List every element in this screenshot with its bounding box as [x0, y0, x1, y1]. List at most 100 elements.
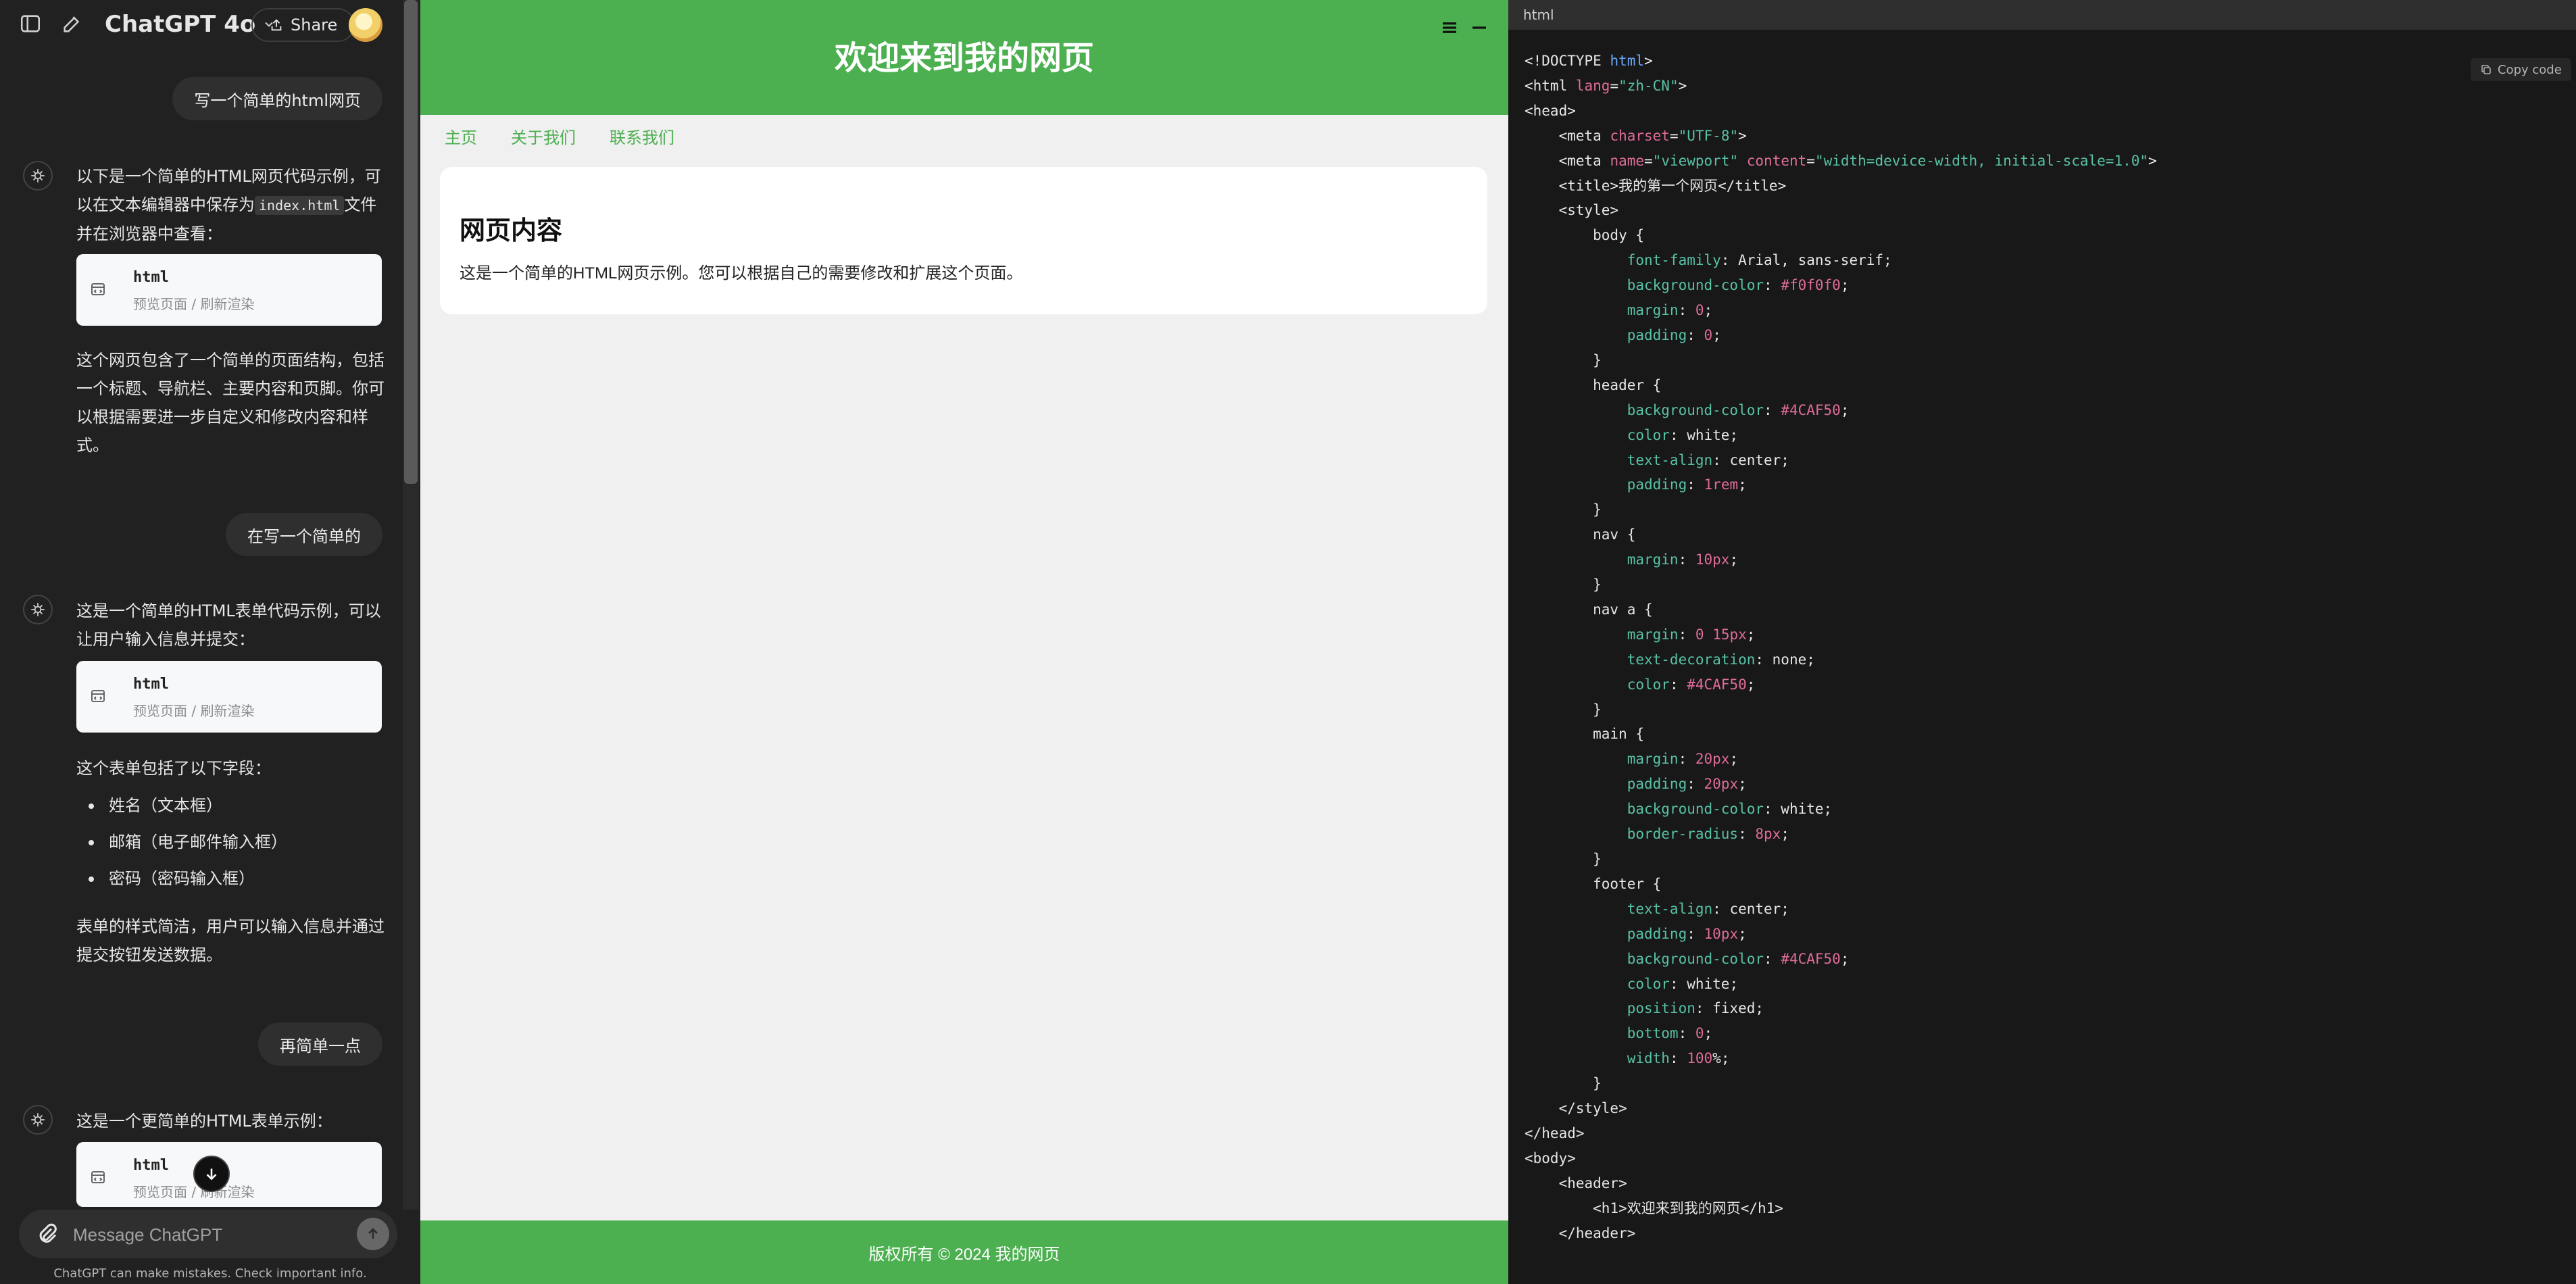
preview-footer-text: 版权所有 © 2024 我的网页	[868, 1245, 1060, 1264]
code-line: <head>	[1525, 102, 1576, 119]
user-message-text: 再简单一点	[280, 1036, 361, 1056]
code-card-icon	[91, 283, 105, 295]
code-line: <body>	[1525, 1150, 1576, 1166]
code-line: <meta charset="UTF-8">	[1525, 127, 1747, 144]
code-line: </header>	[1525, 1225, 1636, 1241]
code-line: margin: 20px;	[1627, 751, 1739, 768]
code-line: padding: 20px;	[1627, 776, 1747, 793]
message-composer	[19, 1210, 397, 1258]
code-line: }	[1525, 1075, 1602, 1092]
code-card-title: html	[133, 269, 169, 286]
code-line: </style>	[1525, 1100, 1627, 1117]
arrow-up-icon	[368, 1228, 378, 1239]
user-message: 再简单一点	[258, 1022, 382, 1066]
code-line: <header>	[1525, 1175, 1627, 1191]
code-line: padding: 10px;	[1627, 925, 1747, 942]
preview-title: 欢迎来到我的网页	[834, 41, 1094, 76]
list-item: 密码（密码输入框）	[76, 860, 287, 897]
code-line: <style>	[1525, 202, 1619, 219]
code-line: padding: 1rem;	[1627, 476, 1747, 493]
code-line: }	[1525, 701, 1602, 718]
code-line: <meta name="viewport" content="width=dev…	[1525, 152, 2157, 169]
code-line: }	[1525, 851, 1602, 867]
code-card[interactable]: html 预览页面 / 刷新渲染	[76, 661, 382, 733]
assistant-avatar-icon	[23, 595, 53, 624]
list-intro: 这个表单包括了以下字段：	[76, 759, 271, 778]
menu-icon[interactable]	[1439, 18, 1460, 38]
code-line: <html lang="zh-CN">	[1525, 77, 1687, 94]
code-line: <h1>欢迎来到我的网页</h1>	[1525, 1200, 1783, 1216]
code-line: color: white;	[1627, 975, 1739, 992]
code-card[interactable]: html 预览页面 / 刷新渲染	[76, 254, 382, 326]
code-line: background-color: #f0f0f0;	[1627, 277, 1850, 294]
nav-link-contact[interactable]: 联系我们	[610, 124, 674, 148]
code-card-subtitle: 预览页面 / 刷新渲染	[133, 703, 255, 719]
user-message-text: 在写一个简单的	[247, 526, 361, 546]
share-label: Share	[291, 16, 338, 34]
minimize-icon[interactable]	[1469, 18, 1489, 38]
code-line: <!DOCTYPE html>	[1525, 53, 1653, 69]
copy-code-button[interactable]: Copy code	[2471, 58, 2571, 81]
code-line: <title>我的第一个网页</title>	[1525, 177, 1787, 194]
code-line: background-color: #4CAF50;	[1627, 401, 1850, 418]
code-line: border-radius: 8px;	[1627, 826, 1789, 843]
arrow-down-icon	[206, 1168, 217, 1181]
assistant-message-text: 这个网页包含了一个简单的页面结构，包括一个标题、导航栏、主要内容和页脚。你可以根…	[76, 351, 385, 455]
code-line: margin: 0;	[1627, 302, 1713, 319]
nav-link-about[interactable]: 关于我们	[511, 124, 576, 148]
avatar[interactable]	[349, 8, 382, 42]
send-button[interactable]	[357, 1218, 389, 1250]
code-header	[1508, 0, 2576, 30]
code-card-subtitle: 预览页面 / 刷新渲染	[133, 1184, 255, 1200]
code-language-label: html	[1523, 7, 1554, 23]
nav-link-home[interactable]: 主页	[445, 124, 477, 148]
assistant-avatar-icon	[23, 161, 53, 191]
code-line: width: 100%;	[1627, 1050, 1730, 1067]
model-name: ChatGPT 4o	[105, 11, 256, 38]
message-input[interactable]	[72, 1219, 358, 1250]
code-line: </head>	[1525, 1125, 1585, 1141]
code-card-title: html	[133, 1157, 169, 1174]
code-block[interactable]: <!DOCTYPE html> <html lang="zh-CN"> <head>…	[1525, 49, 2157, 1246]
code-line: color: white;	[1627, 426, 1739, 443]
code-line: header {	[1525, 376, 1662, 393]
preview-main-text: 这是一个简单的HTML网页示例。您可以根据自己的需要修改和扩展这个页面。	[460, 264, 1023, 282]
code-line: main {	[1525, 726, 1645, 743]
code-line: text-decoration: none;	[1627, 651, 1815, 668]
code-line: footer {	[1525, 875, 1662, 892]
preview-nav: 主页 关于我们 联系我们	[445, 124, 674, 148]
user-message-text: 写一个简单的html网页	[194, 91, 361, 110]
share-button[interactable]: Share	[251, 8, 355, 42]
chat-scrollbar-thumb[interactable]	[404, 0, 418, 484]
inline-code: index.html	[255, 196, 345, 215]
preview-footer: 版权所有 © 2024 我的网页	[420, 1220, 1508, 1284]
preview-main	[440, 167, 1487, 314]
scroll-down-button[interactable]	[193, 1156, 230, 1192]
code-line: font-family: Arial, sans-serif;	[1627, 252, 1892, 269]
disclaimer: ChatGPT can make mistakes. Check importa…	[53, 1266, 367, 1281]
model-selector[interactable]: ChatGPT 4o	[105, 9, 276, 39]
code-line: nav a {	[1525, 601, 1653, 618]
code-line: text-align: center;	[1627, 451, 1789, 468]
code-line: }	[1525, 351, 1602, 368]
code-line: padding: 0;	[1627, 326, 1721, 343]
copy-code-label: Copy code	[2498, 62, 2562, 77]
new-chat-icon[interactable]	[59, 11, 85, 36]
sidebar-toggle-icon[interactable]	[18, 11, 43, 36]
paperclip-icon[interactable]	[35, 1222, 59, 1246]
code-panel: html Copy code <!DOCTYPE html> <html lang…	[1508, 0, 2576, 1284]
copy-icon	[2481, 65, 2491, 74]
code-line: background-color: white;	[1627, 801, 1833, 818]
field-list: 姓名（文本框） 邮箱（电子邮件输入框） 密码（密码输入框）	[76, 787, 287, 897]
preview-panel: 欢迎来到我的网页 主页 关于我们 联系我们 网页内容 这是一个简单的HTML网页…	[420, 0, 1508, 1284]
assistant-message-intro: 这是一个简单的HTML表单代码示例，可以让用户输入信息并提交：	[76, 601, 381, 649]
code-line: }	[1525, 501, 1602, 518]
list-item: 姓名（文本框）	[76, 787, 287, 824]
code-card-subtitle: 预览页面 / 刷新渲染	[133, 296, 255, 312]
code-line: background-color: #4CAF50;	[1627, 950, 1850, 967]
list-item: 邮箱（电子邮件输入框）	[76, 824, 287, 860]
user-message: 在写一个简单的	[226, 513, 382, 556]
assistant-message-text: 表单的样式简洁，用户可以输入信息并通过提交按钮发送数据。	[76, 917, 385, 964]
code-line: color: #4CAF50;	[1627, 676, 1756, 693]
share-icon	[271, 19, 282, 31]
